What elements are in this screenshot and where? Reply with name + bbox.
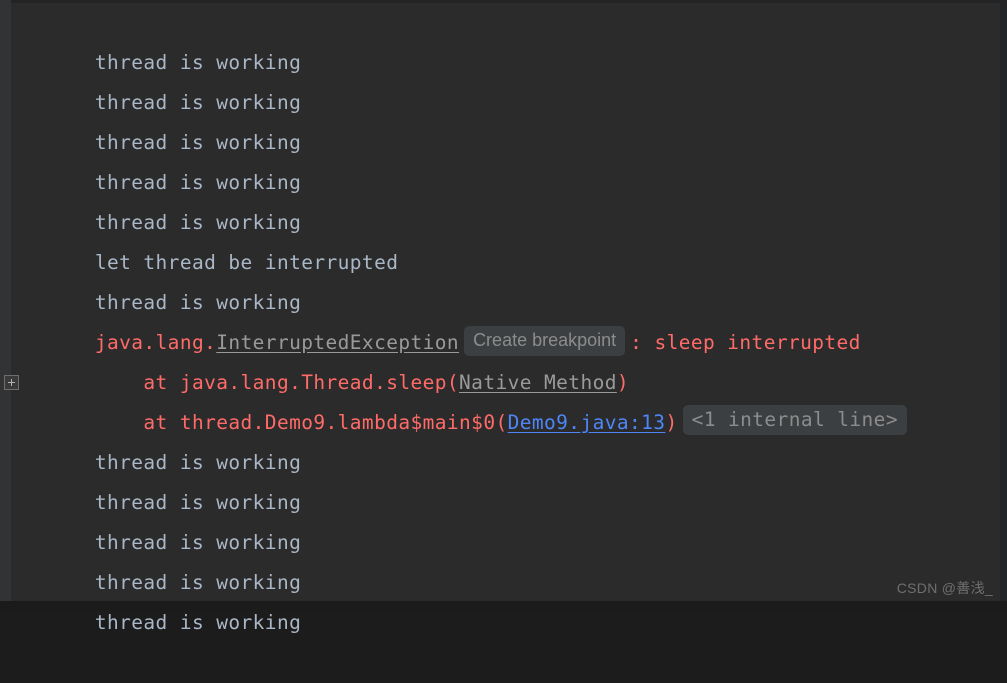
console-line-output[interactable]: thread is working [0,443,1007,514]
console-line-output[interactable]: thread is working [0,123,1007,194]
console-line-list: thread is working thread is working thre… [0,3,1007,634]
console-line-output[interactable]: thread is working [0,483,1007,554]
console-line-output[interactable]: thread is working [0,83,1007,154]
console-line-output[interactable]: let thread be interrupted [0,203,1007,274]
console-line-output[interactable]: thread is working [0,3,1007,74]
console-line-stack-frame-expandable[interactable]: at thread.Demo9.lambda$main$0(Demo9.java… [0,363,1007,435]
console-line-exception-header[interactable]: java.lang.InterruptedException Create bre… [0,283,1007,356]
console-line-output[interactable]: thread is working [0,163,1007,234]
console-line-output[interactable]: thread is working [0,43,1007,114]
panel-bottom-bar [0,601,1007,610]
console-line-output[interactable]: thread is working [0,403,1007,474]
console-line-output[interactable]: thread is working [0,563,1007,634]
console-line-output[interactable]: thread is working [0,243,1007,314]
console-line-stack-frame[interactable]: at java.lang.Thread.sleep(Native Method) [0,323,1007,394]
console-line-text: thread is working [94,611,302,634]
console-line-output[interactable]: thread is working [0,523,1007,594]
plus-box-icon[interactable] [4,375,19,390]
watermark-label: CSDN @善浅_ [896,580,993,596]
console-output-panel[interactable]: thread is working thread is working thre… [0,0,1007,634]
